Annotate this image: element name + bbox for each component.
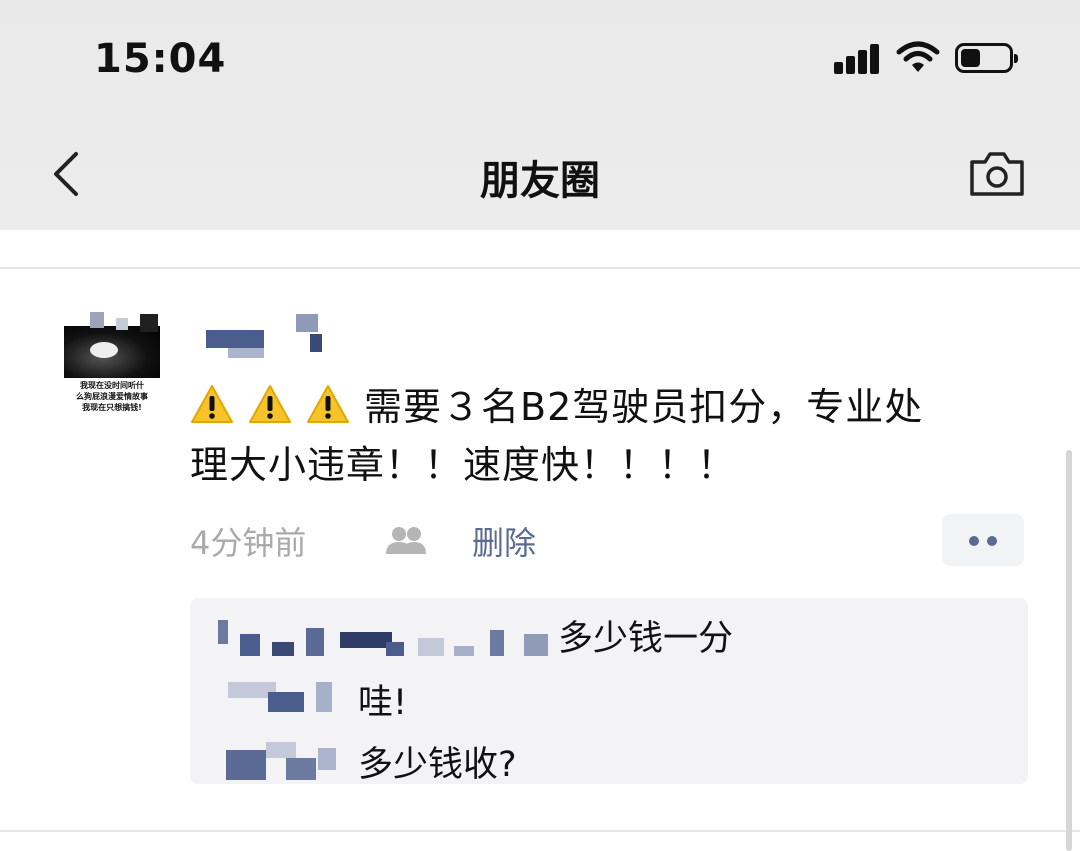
warning-icon xyxy=(191,385,233,423)
commenter-name-blurred[interactable] xyxy=(228,676,338,716)
battery-level xyxy=(961,49,980,67)
scrollbar[interactable] xyxy=(1066,450,1072,851)
commenter-name-blurred[interactable] xyxy=(210,612,548,664)
comment-2: 哇! xyxy=(358,683,408,723)
status-time: 15:04 xyxy=(94,36,227,82)
warning-icon xyxy=(307,385,349,423)
warning-icon xyxy=(249,385,291,423)
comment-3: 多少钱收? xyxy=(358,745,517,785)
post-text-line-2: 理大小违章！！速度快！！！！ xyxy=(190,443,737,487)
friends-visibility-icon xyxy=(386,527,426,554)
divider xyxy=(0,830,1080,832)
avatar-caption: 我现在没时间听什 么狗屁浪漫爱情故事 我现在只想搞钱! xyxy=(76,381,148,412)
wifi-icon xyxy=(896,41,940,72)
post-text-line-1: 需要３名B2驾驶员扣分，专业处 xyxy=(364,385,924,429)
signal-icon xyxy=(834,44,882,74)
commenter-name-blurred[interactable] xyxy=(226,738,342,780)
battery-icon xyxy=(955,43,1018,73)
camera-icon[interactable] xyxy=(968,150,1026,198)
comments-panel: 多少钱一分 哇! 多少钱收? xyxy=(190,598,1028,785)
page-title: 朋友圈 xyxy=(480,158,600,204)
divider xyxy=(0,267,1080,269)
post-time: 4分钟前 xyxy=(190,524,307,562)
more-dots-icon xyxy=(969,536,979,546)
delete-button[interactable]: 删除 xyxy=(472,518,536,564)
username-blurred[interactable] xyxy=(206,312,336,360)
top-bar: 15:04 朋友圈 xyxy=(0,0,1080,230)
more-button[interactable] xyxy=(942,514,1024,566)
avatar[interactable]: 我现在没时间听什 么狗屁浪漫爱情故事 我现在只想搞钱! xyxy=(64,312,160,420)
comment-1: 多少钱一分 xyxy=(558,619,734,659)
post-text: 需要３名B2驾驶员扣分，专业处 理大小违章！！速度快！！！！ xyxy=(190,378,1030,494)
